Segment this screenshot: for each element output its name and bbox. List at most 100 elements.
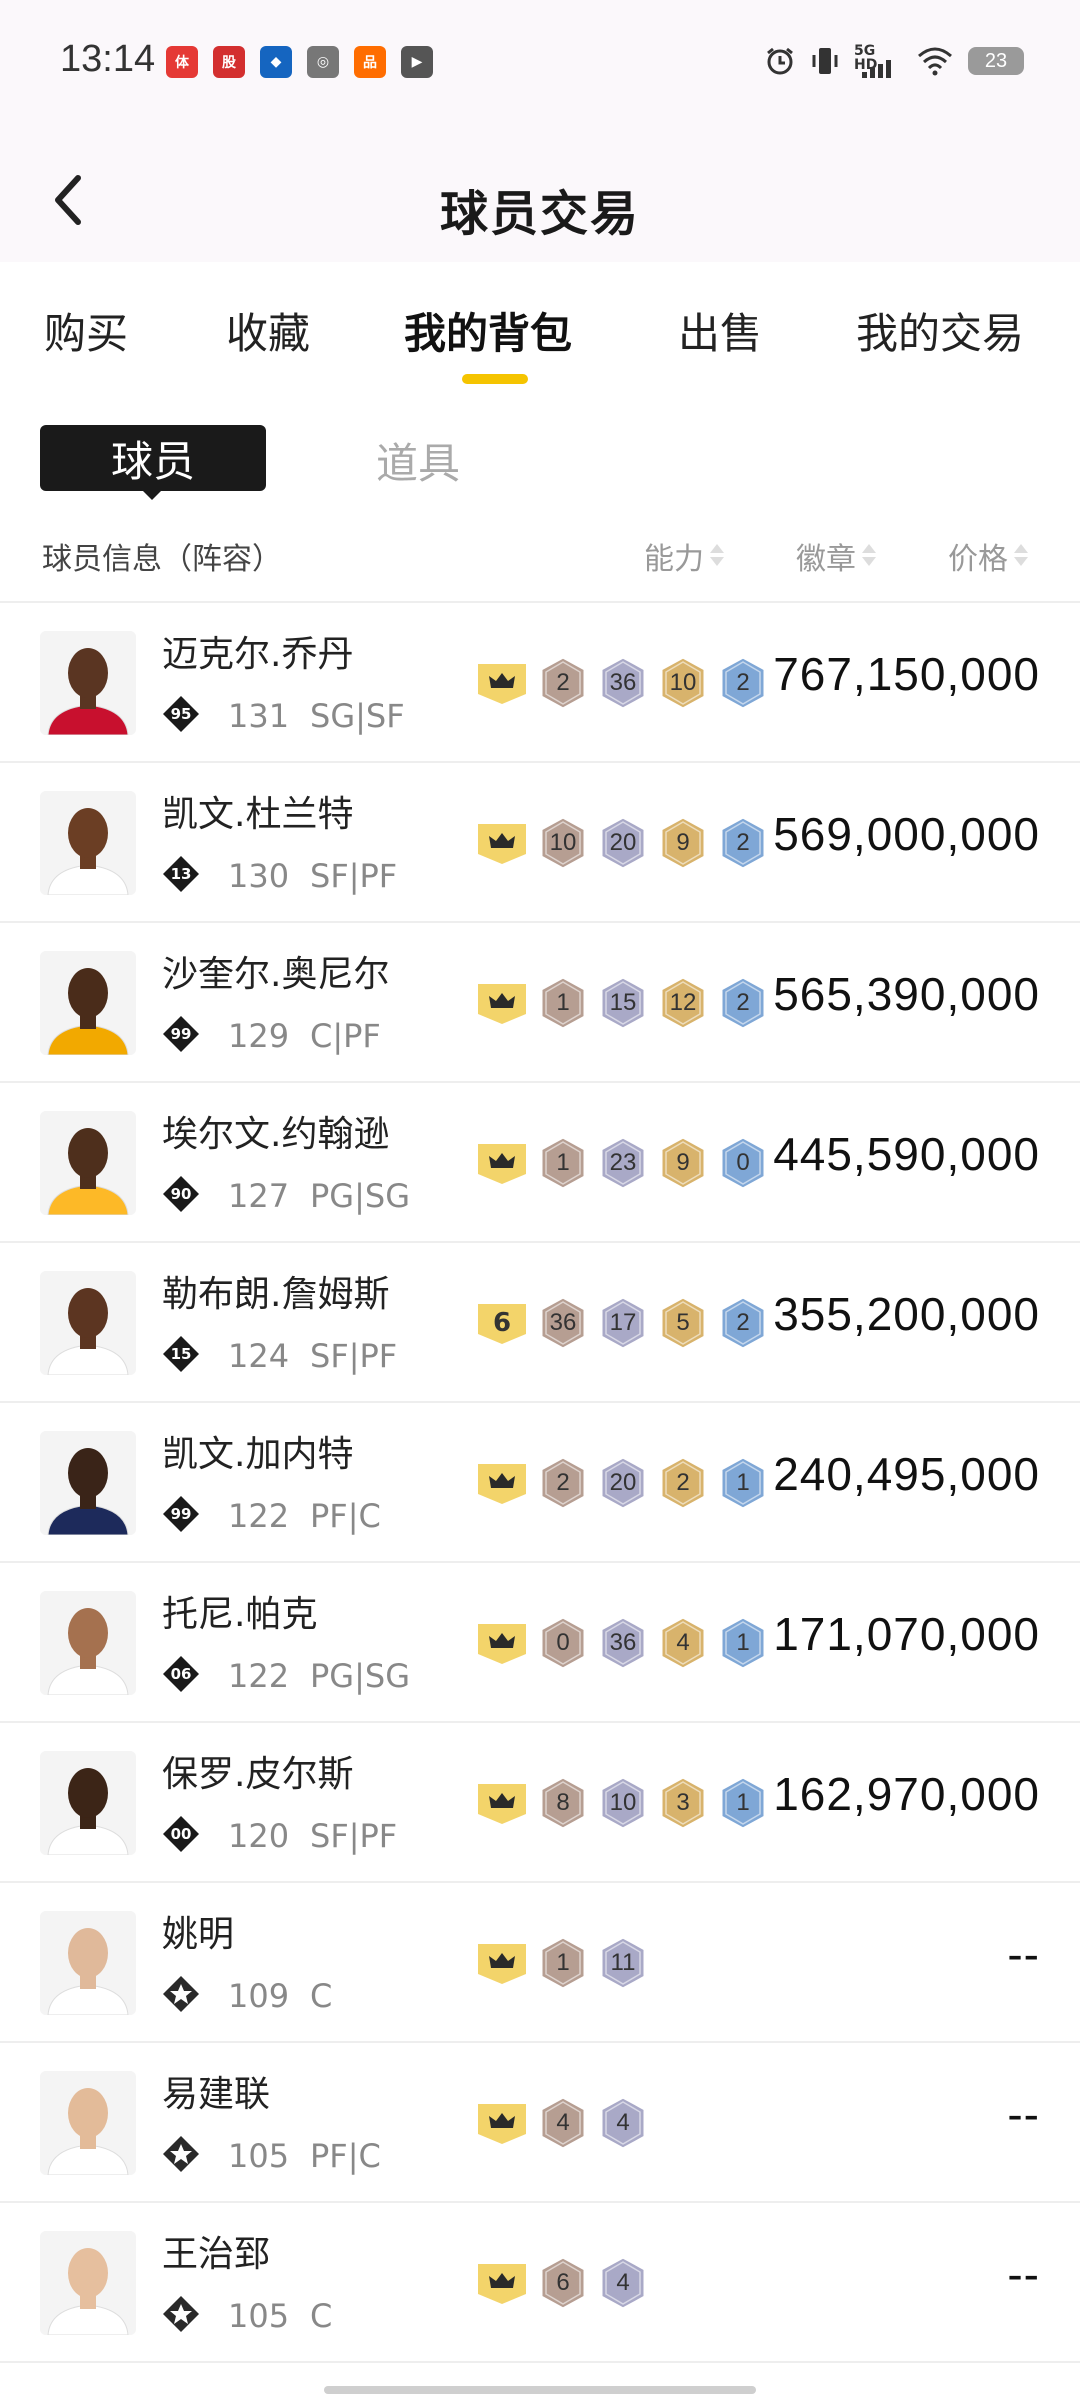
player-overall: 122 (228, 1497, 290, 1535)
player-position: SG|SF (310, 697, 405, 735)
player-avatar (40, 1271, 136, 1375)
battery-icon: 23 (968, 47, 1024, 75)
sort-by-price[interactable]: 价格 (948, 534, 1028, 578)
player-price: -- (1007, 2088, 1040, 2140)
player-position: PF|C (310, 1497, 381, 1535)
player-name: 勒布朗.詹姆斯 (162, 1274, 390, 1315)
player-overall: 109 (228, 1977, 290, 2015)
player-price: -- (1007, 2248, 1040, 2300)
column-ability-label: 能力 (644, 542, 704, 577)
player-avatar (40, 951, 136, 1055)
player-price: -- (1007, 1928, 1040, 1980)
tab-sell[interactable]: 出售 (678, 300, 762, 361)
player-avatar (40, 2071, 136, 2175)
badge-count: 36 (538, 1295, 588, 1351)
crown-icon (489, 1633, 515, 1648)
player-position: SF|PF (310, 1337, 398, 1375)
player-rank: 13 (170, 865, 192, 883)
sort-icon (710, 544, 724, 568)
crown-badge (476, 1460, 528, 1506)
nav-bar: 球员交易 (0, 160, 1080, 250)
badge-count: 36 (598, 1615, 648, 1671)
tab-my-backpack[interactable]: 我的背包 (404, 300, 572, 361)
badge-count: 2 (658, 1455, 708, 1511)
badge-count: 3 (658, 1775, 708, 1831)
badge-count: 2 (718, 1295, 768, 1351)
player-list: 迈克尔.乔丹 95 131 SG|SF 2 36 10 2 767,150,000 凯文.杜兰特 1… (0, 603, 1080, 2363)
home-indicator[interactable] (324, 2386, 756, 2394)
badge-group: 64 (476, 2255, 648, 2311)
badge-group: 2 20 2 1 (476, 1455, 768, 1511)
notification-app-icons: 体股 ◆ ◎ 品 ▶ (166, 46, 433, 78)
player-name: 易建联 (162, 2074, 271, 2115)
app-1-icon: 体 (166, 46, 198, 78)
app-5-icon: 品 (354, 46, 386, 78)
player-overall: 122 (228, 1657, 290, 1695)
wifi-icon (918, 47, 952, 76)
player-name: 王治郅 (162, 2234, 271, 2275)
player-row[interactable]: 易建联 105 PF|C 4 4 -- (0, 2043, 1080, 2203)
badge-count: 2 (718, 655, 768, 711)
player-price: 162,970,000 (773, 1768, 1040, 1820)
player-row[interactable]: 凯文.加内特 99 122 PF|C 2 20 2 1 240,495,000 (0, 1403, 1080, 1563)
player-row[interactable]: 沙奎尔.奥尼尔 99 129 C|PF 1 15 12 2 565,390,000 (0, 923, 1080, 1083)
crown-badge (476, 980, 528, 1026)
rank-diamond-icon (162, 1975, 200, 2013)
segment-pointer (140, 488, 164, 500)
crown-icon (489, 2273, 515, 2288)
badge-count: 0 (718, 1135, 768, 1191)
player-row[interactable]: 姚明 109 C 1 11 -- (0, 1883, 1080, 2043)
tab-my-trades[interactable]: 我的交易 (856, 300, 1024, 361)
player-overall: 130 (228, 857, 290, 895)
player-row[interactable]: 托尼.帕克 06 122 PG|SG 0 36 4 1 171,070,000 (0, 1563, 1080, 1723)
rank-diamond-icon: 95 (162, 695, 200, 733)
segment-items[interactable]: 道具 (376, 430, 460, 491)
crown-badge (476, 820, 528, 866)
badge-count: 10 (598, 1775, 648, 1831)
crown-badge (476, 1620, 528, 1666)
badge-count: 11 (598, 1935, 648, 1991)
rank-diamond-icon: 06 (162, 1655, 200, 1693)
crown-level: 6 (492, 1308, 512, 1338)
badge-count: 36 (598, 655, 648, 711)
player-rank: 00 (170, 1825, 192, 1843)
active-tab-indicator (462, 374, 528, 384)
badge-group: 2 36 10 2 (476, 655, 768, 711)
badge-count: 2 (538, 1455, 588, 1511)
player-avatar (40, 791, 136, 895)
badge-group: 0 36 4 1 (476, 1615, 768, 1671)
segment-players[interactable]: 球员 (40, 425, 266, 491)
player-row[interactable]: 埃尔文.约翰逊 90 127 PG|SG 1 23 9 0 445,590,000 (0, 1083, 1080, 1243)
app-6-icon: ▶ (401, 46, 433, 78)
badge-count: 4 (658, 1615, 708, 1671)
player-row[interactable]: 勒布朗.詹姆斯 15 124 SF|PF 6 36 17 5 2 355,200,000 (0, 1243, 1080, 1403)
badge-group: 6 36 17 5 2 (476, 1295, 768, 1351)
rank-diamond-icon: 99 (162, 1495, 200, 1533)
player-avatar (40, 2231, 136, 2335)
tab-buy[interactable]: 购买 (44, 300, 128, 361)
column-badges-label: 徽章 (796, 542, 856, 577)
rank-diamond-icon: 13 (162, 855, 200, 893)
player-price: 767,150,000 (773, 648, 1040, 700)
sort-by-ability[interactable]: 能力 (644, 534, 724, 578)
sort-by-badges[interactable]: 徽章 (796, 534, 876, 578)
player-avatar (40, 1591, 136, 1695)
crown-icon (489, 2113, 515, 2128)
player-row[interactable]: 保罗.皮尔斯 00 120 SF|PF 8 10 3 1 162,970,000 (0, 1723, 1080, 1883)
player-overall: 124 (228, 1337, 290, 1375)
badge-count: 12 (658, 975, 708, 1031)
crown-icon (489, 833, 515, 848)
player-position: C (310, 1977, 333, 2015)
tab-favorites[interactable]: 收藏 (226, 300, 310, 361)
player-position: SF|PF (310, 857, 398, 895)
column-header: 球员信息（阵容） 能力 徽章 价格 (0, 530, 1080, 600)
player-row[interactable]: 凯文.杜兰特 13 130 SF|PF 10 20 9 2 569,000,000 (0, 763, 1080, 923)
player-row[interactable]: 迈克尔.乔丹 95 131 SG|SF 2 36 10 2 767,150,000 (0, 603, 1080, 763)
player-row[interactable]: 王治郅 105 C 6 4 -- (0, 2203, 1080, 2363)
player-name: 沙奎尔.奥尼尔 (162, 954, 390, 995)
app-4-icon: ◎ (307, 46, 339, 78)
crown-icon (489, 1473, 515, 1488)
badge-count: 2 (718, 975, 768, 1031)
player-rank: 95 (170, 705, 192, 723)
badge-count: 15 (598, 975, 648, 1031)
